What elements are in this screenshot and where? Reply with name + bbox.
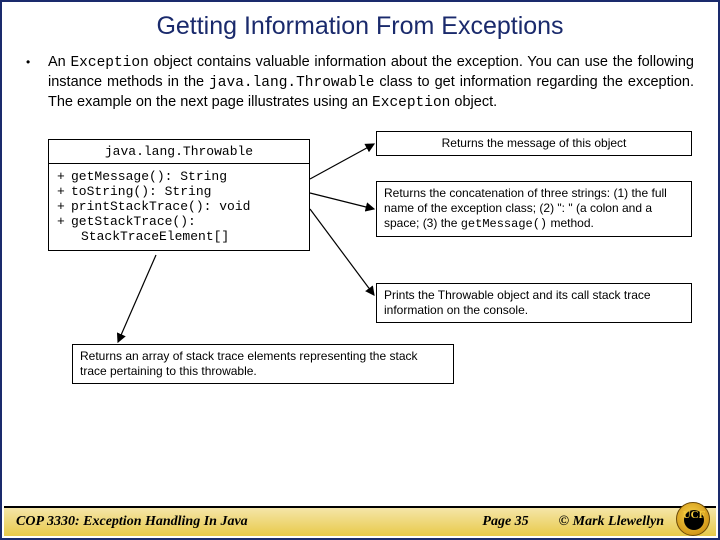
text-frag: method. — [547, 216, 594, 230]
uml-method: +printStackTrace(): void — [57, 199, 301, 214]
code-frag: Exception — [372, 95, 450, 111]
uml-method: +toString(): String — [57, 184, 301, 199]
desc-printstacktrace: Prints the Throwable object and its call… — [376, 283, 692, 323]
code-frag: java.lang.Throwable — [209, 75, 374, 91]
text-frag: An — [48, 54, 70, 70]
footer-course: COP 3330: Exception Handling In Java — [16, 514, 482, 530]
slide-title: Getting Information From Exceptions — [2, 2, 718, 53]
code-frag: getMessage() — [461, 217, 547, 231]
uml-method-return: StackTraceElement[] — [57, 229, 301, 244]
uml-method: +getMessage(): String — [57, 169, 301, 184]
uml-class-box: java.lang.Throwable +getMessage(): Strin… — [48, 139, 310, 251]
bullet-item: • An Exception object contains valuable … — [26, 53, 694, 113]
uml-method: +getStackTrace(): — [57, 214, 301, 229]
desc-getstacktrace: Returns an array of stack trace elements… — [72, 344, 454, 384]
footer-bar: COP 3330: Exception Handling In Java Pag… — [4, 506, 716, 536]
uml-diagram: java.lang.Throwable +getMessage(): Strin… — [26, 131, 694, 391]
uml-class-name: java.lang.Throwable — [49, 140, 309, 164]
slide-content: • An Exception object contains valuable … — [2, 53, 718, 391]
footer-page: Page 35 — [482, 514, 528, 530]
bullet-text: An Exception object contains valuable in… — [48, 53, 694, 113]
desc-getmessage: Returns the message of this object — [376, 131, 692, 156]
text-frag: object. — [450, 94, 497, 110]
ucf-logo-icon: UCF — [676, 502, 712, 538]
bullet-marker: • — [26, 53, 48, 113]
desc-tostring: Returns the concatenation of three strin… — [376, 181, 692, 237]
code-frag: Exception — [70, 55, 148, 71]
uml-methods: +getMessage(): String +toString(): Strin… — [49, 164, 309, 250]
footer-author: © Mark Llewellyn — [559, 514, 664, 530]
